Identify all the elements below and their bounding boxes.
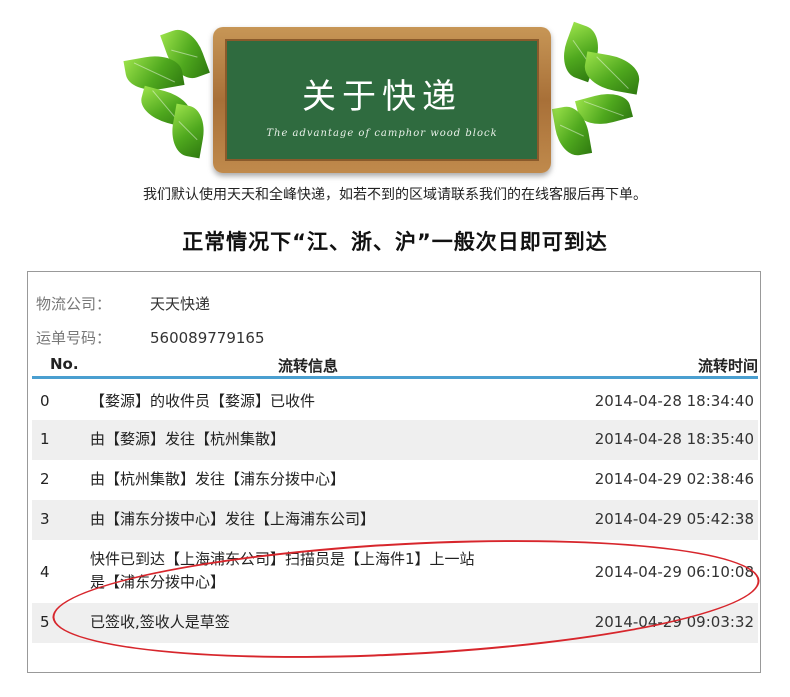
table-row: 5 已签收,签收人是草签 2014-04-29 09:03:32 xyxy=(32,603,758,643)
waybill-value: 560089779165 xyxy=(150,329,265,347)
row-time: 2014-04-28 18:34:40 xyxy=(594,392,754,410)
table-row: 2 由【杭州集散】发往【浦东分拨中心】 2014-04-29 02:38:46 xyxy=(32,460,758,500)
chalkboard: 关于快递 The advantage of camphor wood block xyxy=(213,27,551,173)
column-header-no: No. xyxy=(50,355,79,373)
shipping-notice: 我们默认使用天天和全峰快递，如若不到的区域请联系我们的在线客服后再下单。 xyxy=(143,187,647,203)
row-time: 2014-04-29 09:03:32 xyxy=(594,613,754,631)
row-number: 3 xyxy=(40,510,50,528)
waybill-row: 运单号码： 560089779165 xyxy=(36,327,265,348)
leaf-right-mid-icon xyxy=(581,51,643,95)
board-subtitle: The advantage of camphor wood block xyxy=(266,128,498,139)
row-info: 快件已到达【上海浦东公司】扫描员是【上海件1】上一站 是【浦东分拨中心】 xyxy=(90,548,540,594)
table-header: No. 流转信息 流转时间 xyxy=(32,353,758,379)
table-row: 1 由【婺源】发往【杭州集散】 2014-04-28 18:35:40 xyxy=(32,420,758,460)
company-row: 物流公司： 天天快递 xyxy=(36,293,210,314)
chalkboard-surface: 关于快递 The advantage of camphor wood block xyxy=(225,39,539,161)
row-info: 由【婺源】发往【杭州集散】 xyxy=(90,430,286,448)
delivery-headline: 正常情况下“江、浙、沪”一般次日即可到达 xyxy=(182,230,608,254)
row-time: 2014-04-29 02:38:46 xyxy=(594,470,754,488)
column-header-info: 流转信息 xyxy=(278,357,339,375)
row-number: 4 xyxy=(40,563,50,581)
table-row: 0 【婺源】的收件员【婺源】已收件 2014-04-28 18:34:40 xyxy=(32,382,758,420)
row-time: 2014-04-28 18:35:40 xyxy=(594,430,754,448)
row-time: 2014-04-29 05:42:38 xyxy=(594,510,754,528)
company-value: 天天快递 xyxy=(150,295,211,313)
row-time: 2014-04-29 06:10:08 xyxy=(594,563,754,581)
row-info-line: 是【浦东分拨中心】 xyxy=(90,573,226,591)
board-title: 关于快递 xyxy=(302,77,462,117)
row-info-line: 快件已到达【上海浦东公司】扫描员是【上海件1】上一站 xyxy=(90,550,475,568)
row-info: 【婺源】的收件员【婺源】已收件 xyxy=(90,392,316,410)
row-number: 5 xyxy=(40,613,50,631)
row-info: 由【杭州集散】发往【浦东分拨中心】 xyxy=(90,470,346,488)
row-info: 由【浦东分拨中心】发往【上海浦东公司】 xyxy=(90,510,376,528)
waybill-label: 运单号码： xyxy=(36,329,112,347)
row-info: 已签收,签收人是草签 xyxy=(90,613,230,631)
row-number: 2 xyxy=(40,470,50,488)
row-number: 1 xyxy=(40,430,50,448)
company-label: 物流公司： xyxy=(36,295,112,313)
row-number: 0 xyxy=(40,392,50,410)
table-row: 4 快件已到达【上海浦东公司】扫描员是【上海件1】上一站 是【浦东分拨中心】 2… xyxy=(32,540,758,603)
table-row: 3 由【浦东分拨中心】发往【上海浦东公司】 2014-04-29 05:42:3… xyxy=(32,500,758,540)
tracking-panel: 物流公司： 天天快递 运单号码： 560089779165 No. 流转信息 流转时… xyxy=(27,271,761,673)
column-header-time: 流转时间 xyxy=(697,357,758,375)
